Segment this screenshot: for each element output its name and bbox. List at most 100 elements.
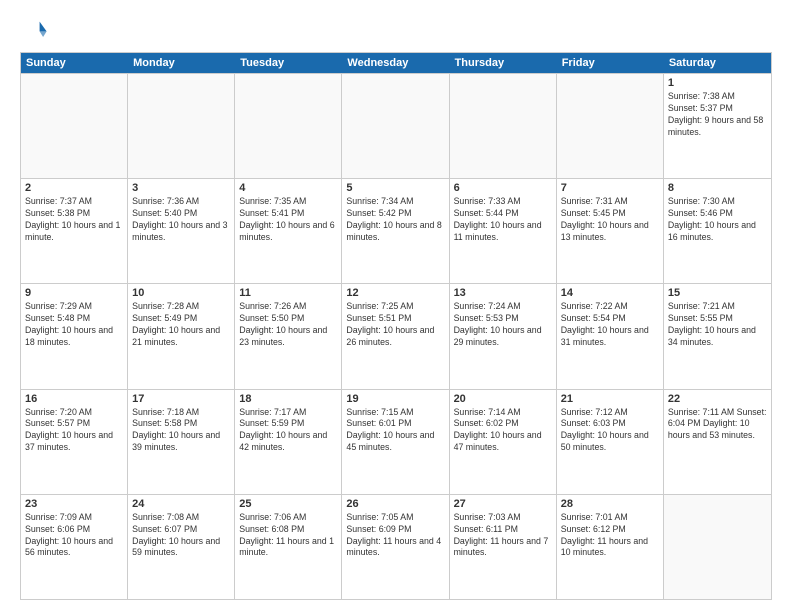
cal-cell: 17 Sunrise: 7:18 AM Sunset: 5:58 PM Dayli… [128,390,235,494]
cal-cell: 3Sunrise: 7:36 AM Sunset: 5:40 PM Daylig… [128,179,235,283]
header [20,16,772,44]
cal-cell [450,74,557,178]
day-info: Sunrise: 7:11 AM Sunset: 6:04 PM Dayligh… [668,407,767,443]
day-info: Sunrise: 7:05 AM Sunset: 6:09 PM Dayligh… [346,512,444,560]
header-day-friday: Friday [557,53,664,73]
calendar-body: 1 Sunrise: 7:38 AM Sunset: 5:37 PM Daylig… [21,73,771,599]
cal-cell: 10 Sunrise: 7:28 AM Sunset: 5:49 PM Dayli… [128,284,235,388]
week-2: 2Sunrise: 7:37 AM Sunset: 5:38 PM Daylig… [21,178,771,283]
cal-cell: 8Sunrise: 7:30 AM Sunset: 5:46 PM Daylig… [664,179,771,283]
day-number: 17 [132,393,230,405]
day-number: 14 [561,287,659,299]
day-info: Sunrise: 7:21 AM Sunset: 5:55 PM Dayligh… [668,301,767,349]
day-number: 23 [25,498,123,510]
day-number: 26 [346,498,444,510]
day-info: Sunrise: 7:38 AM Sunset: 5:37 PM Dayligh… [668,91,767,139]
cal-cell: 24 Sunrise: 7:08 AM Sunset: 6:07 PM Dayli… [128,495,235,599]
day-info: Sunrise: 7:30 AM Sunset: 5:46 PM Dayligh… [668,196,767,244]
day-info: Sunrise: 7:01 AM Sunset: 6:12 PM Dayligh… [561,512,659,560]
header-day-tuesday: Tuesday [235,53,342,73]
day-number: 19 [346,393,444,405]
day-info: Sunrise: 7:20 AM Sunset: 5:57 PM Dayligh… [25,407,123,455]
cal-cell [342,74,449,178]
day-info: Sunrise: 7:25 AM Sunset: 5:51 PM Dayligh… [346,301,444,349]
day-number: 5 [346,182,444,194]
day-info: Sunrise: 7:18 AM Sunset: 5:58 PM Dayligh… [132,407,230,455]
cal-cell: 7 Sunrise: 7:31 AM Sunset: 5:45 PM Daylig… [557,179,664,283]
day-info: Sunrise: 7:28 AM Sunset: 5:49 PM Dayligh… [132,301,230,349]
day-info: Sunrise: 7:26 AM Sunset: 5:50 PM Dayligh… [239,301,337,349]
day-number: 13 [454,287,552,299]
cal-cell: 11 Sunrise: 7:26 AM Sunset: 5:50 PM Dayli… [235,284,342,388]
day-info: Sunrise: 7:06 AM Sunset: 6:08 PM Dayligh… [239,512,337,560]
cal-cell: 9 Sunrise: 7:29 AM Sunset: 5:48 PM Daylig… [21,284,128,388]
day-number: 18 [239,393,337,405]
day-info: Sunrise: 7:14 AM Sunset: 6:02 PM Dayligh… [454,407,552,455]
cal-cell: 21 Sunrise: 7:12 AM Sunset: 6:03 PM Dayli… [557,390,664,494]
logo [20,16,52,44]
day-number: 27 [454,498,552,510]
week-5: 23 Sunrise: 7:09 AM Sunset: 6:06 PM Dayli… [21,494,771,599]
day-number: 24 [132,498,230,510]
cal-cell [128,74,235,178]
cal-cell: 25 Sunrise: 7:06 AM Sunset: 6:08 PM Dayli… [235,495,342,599]
cal-cell: 28Sunrise: 7:01 AM Sunset: 6:12 PM Dayli… [557,495,664,599]
day-number: 1 [668,77,767,89]
day-info: Sunrise: 7:33 AM Sunset: 5:44 PM Dayligh… [454,196,552,244]
cal-cell [664,495,771,599]
day-number: 9 [25,287,123,299]
week-3: 9 Sunrise: 7:29 AM Sunset: 5:48 PM Daylig… [21,283,771,388]
cal-cell: 2Sunrise: 7:37 AM Sunset: 5:38 PM Daylig… [21,179,128,283]
calendar-header: SundayMondayTuesdayWednesdayThursdayFrid… [21,53,771,73]
day-info: Sunrise: 7:29 AM Sunset: 5:48 PM Dayligh… [25,301,123,349]
day-number: 6 [454,182,552,194]
cal-cell [21,74,128,178]
day-info: Sunrise: 7:31 AM Sunset: 5:45 PM Dayligh… [561,196,659,244]
cal-cell: 22 Sunrise: 7:11 AM Sunset: 6:04 PM Dayli… [664,390,771,494]
cal-cell: 4 Sunrise: 7:35 AM Sunset: 5:41 PM Daylig… [235,179,342,283]
day-info: Sunrise: 7:34 AM Sunset: 5:42 PM Dayligh… [346,196,444,244]
day-info: Sunrise: 7:17 AM Sunset: 5:59 PM Dayligh… [239,407,337,455]
cal-cell: 5 Sunrise: 7:34 AM Sunset: 5:42 PM Daylig… [342,179,449,283]
day-number: 25 [239,498,337,510]
cal-cell: 19 Sunrise: 7:15 AM Sunset: 6:01 PM Dayli… [342,390,449,494]
cal-cell: 18 Sunrise: 7:17 AM Sunset: 5:59 PM Dayli… [235,390,342,494]
day-number: 7 [561,182,659,194]
cal-cell: 13 Sunrise: 7:24 AM Sunset: 5:53 PM Dayli… [450,284,557,388]
day-number: 21 [561,393,659,405]
day-number: 20 [454,393,552,405]
cal-cell: 20 Sunrise: 7:14 AM Sunset: 6:02 PM Dayli… [450,390,557,494]
day-info: Sunrise: 7:08 AM Sunset: 6:07 PM Dayligh… [132,512,230,560]
header-day-sunday: Sunday [21,53,128,73]
day-number: 10 [132,287,230,299]
day-info: Sunrise: 7:37 AM Sunset: 5:38 PM Dayligh… [25,196,123,244]
week-1: 1 Sunrise: 7:38 AM Sunset: 5:37 PM Daylig… [21,73,771,178]
day-number: 22 [668,393,767,405]
cal-cell: 14 Sunrise: 7:22 AM Sunset: 5:54 PM Dayli… [557,284,664,388]
day-info: Sunrise: 7:22 AM Sunset: 5:54 PM Dayligh… [561,301,659,349]
day-info: Sunrise: 7:35 AM Sunset: 5:41 PM Dayligh… [239,196,337,244]
page: SundayMondayTuesdayWednesdayThursdayFrid… [0,0,792,612]
day-info: Sunrise: 7:09 AM Sunset: 6:06 PM Dayligh… [25,512,123,560]
day-info: Sunrise: 7:12 AM Sunset: 6:03 PM Dayligh… [561,407,659,455]
cal-cell: 12 Sunrise: 7:25 AM Sunset: 5:51 PM Dayli… [342,284,449,388]
day-info: Sunrise: 7:03 AM Sunset: 6:11 PM Dayligh… [454,512,552,560]
day-number: 16 [25,393,123,405]
day-info: Sunrise: 7:24 AM Sunset: 5:53 PM Dayligh… [454,301,552,349]
day-number: 3 [132,182,230,194]
cal-cell: 23 Sunrise: 7:09 AM Sunset: 6:06 PM Dayli… [21,495,128,599]
week-4: 16 Sunrise: 7:20 AM Sunset: 5:57 PM Dayli… [21,389,771,494]
cal-cell [557,74,664,178]
cal-cell: 27 Sunrise: 7:03 AM Sunset: 6:11 PM Dayli… [450,495,557,599]
day-number: 12 [346,287,444,299]
cal-cell [235,74,342,178]
cal-cell: 26 Sunrise: 7:05 AM Sunset: 6:09 PM Dayli… [342,495,449,599]
cal-cell: 16 Sunrise: 7:20 AM Sunset: 5:57 PM Dayli… [21,390,128,494]
cal-cell: 6 Sunrise: 7:33 AM Sunset: 5:44 PM Daylig… [450,179,557,283]
day-number: 11 [239,287,337,299]
day-number: 4 [239,182,337,194]
day-info: Sunrise: 7:15 AM Sunset: 6:01 PM Dayligh… [346,407,444,455]
calendar: SundayMondayTuesdayWednesdayThursdayFrid… [20,52,772,600]
logo-icon [20,16,48,44]
cal-cell: 1 Sunrise: 7:38 AM Sunset: 5:37 PM Daylig… [664,74,771,178]
